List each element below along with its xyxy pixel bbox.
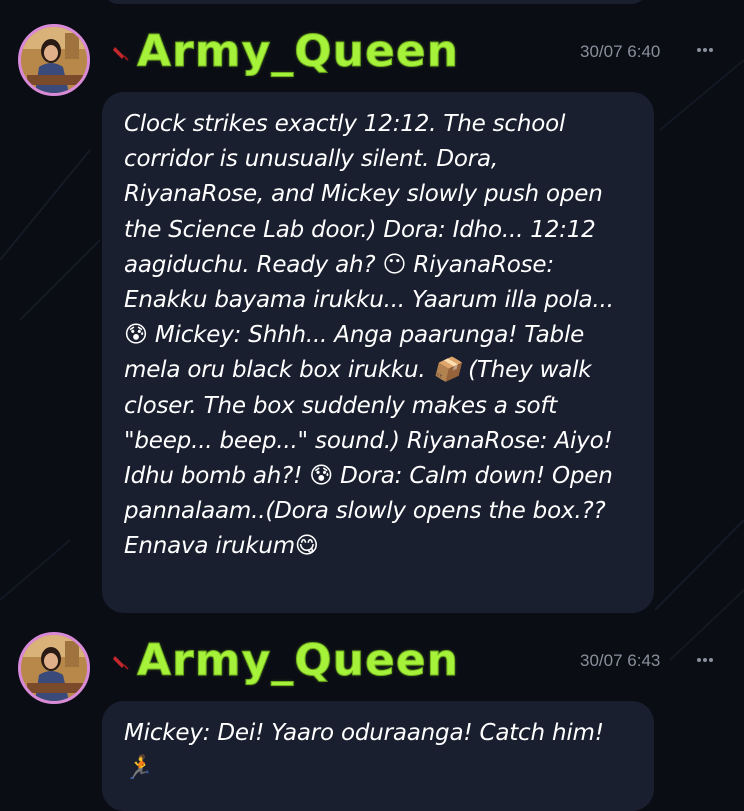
username[interactable]: Army_Queen — [136, 29, 459, 74]
chat-message: Army_Queen 30/07 6:43 Mickey: Dei! Yaaro… — [0, 620, 744, 811]
avatar[interactable] — [18, 632, 90, 704]
chat-message: Army_Queen 30/07 6:40 Clock strikes exac… — [0, 0, 744, 620]
more-options-icon[interactable] — [696, 46, 714, 54]
rocket-icon — [113, 656, 129, 670]
more-options-icon[interactable] — [696, 656, 714, 664]
rocket-icon — [113, 47, 129, 61]
timestamp: 30/07 6:43 — [580, 651, 661, 670]
message-bubble: Mickey: Dei! Yaaro oduraanga! Catch him!… — [102, 701, 654, 811]
username[interactable]: Army_Queen — [136, 638, 459, 683]
message-bubble: Clock strikes exactly 12:12. The school … — [102, 92, 654, 613]
timestamp: 30/07 6:40 — [580, 42, 661, 61]
avatar[interactable] — [18, 24, 90, 96]
